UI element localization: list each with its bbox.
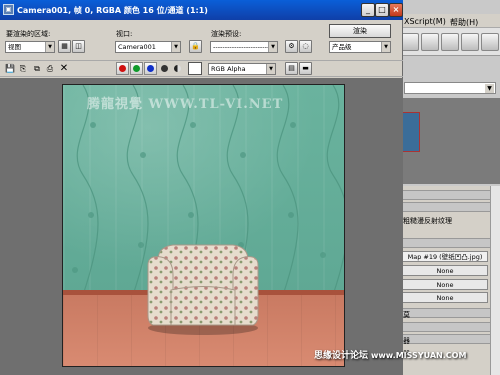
chevron-down-icon: ▼: [381, 42, 390, 52]
edit-region-icon[interactable]: ▦: [58, 40, 71, 53]
rollout-bar[interactable]: [398, 190, 495, 200]
lock-icon[interactable]: 🔒: [189, 40, 202, 53]
environment-icon[interactable]: ◌: [299, 40, 312, 53]
quality-select[interactable]: 产品级 ▼: [329, 41, 391, 53]
minimize-button[interactable]: _: [361, 3, 375, 17]
teapot-render-icon[interactable]: [401, 33, 419, 51]
chevron-down-icon: ▼: [171, 42, 180, 52]
color-swatch[interactable]: [188, 62, 202, 75]
close-button[interactable]: ×: [389, 3, 403, 17]
material-sample-slot[interactable]: [402, 112, 420, 152]
armchair: [147, 244, 259, 335]
copy-image-icon[interactable]: ⎘: [17, 63, 29, 75]
green-channel-icon: [133, 65, 140, 72]
channel-display-value: RGB Alpha: [211, 65, 246, 73]
blue-channel-icon: [147, 65, 154, 72]
render-controls: 要渲染的区域: 视图 ▼ ▦ ◫ 视口: Camera001 ▼ 🔒 渲染预设:…: [0, 20, 403, 56]
preset-label: 渲染预设:: [211, 30, 242, 38]
chevron-down-icon: ▼: [268, 42, 277, 52]
active-shade-icon[interactable]: [481, 33, 499, 51]
rollout-bar[interactable]: [398, 202, 495, 212]
menu-help[interactable]: 帮助(H): [450, 17, 478, 28]
render-button[interactable]: 渲染: [329, 24, 391, 38]
diffuse-roughness-label: 粗糙漫反射纹理: [403, 217, 452, 225]
rollout-bar[interactable]: [398, 238, 495, 248]
window-title: Camera001, 帧 0, RGBA 颜色 16 位/通道 (1:1): [17, 6, 208, 15]
map-slot-button[interactable]: Map #19 (壁纸凹凸.jpg): [402, 251, 488, 262]
preset-select[interactable]: ------------------------ ▼: [210, 41, 278, 53]
map-none-button[interactable]: None: [402, 279, 488, 290]
rendered-frame-icon[interactable]: [441, 33, 459, 51]
bg-dropdown[interactable]: ▼: [404, 82, 496, 94]
clear-icon[interactable]: ✕: [58, 63, 70, 75]
area-select[interactable]: 视图 ▼: [5, 41, 55, 53]
auto-region-icon[interactable]: ◫: [72, 40, 85, 53]
viewport-label: 视口:: [116, 30, 133, 38]
render-setup-icon[interactable]: ⚙: [285, 40, 298, 53]
clone-frame-icon[interactable]: ⧉: [31, 63, 43, 75]
quality-select-value: 产品级: [332, 43, 352, 51]
viewport-select[interactable]: Camera001 ▼: [115, 41, 181, 53]
rollout-bar[interactable]: [398, 322, 495, 332]
preset-select-value: ------------------------: [213, 43, 270, 51]
rendered-frame-window: ▣ Camera001, 帧 0, RGBA 颜色 16 位/通道 (1:1) …: [0, 0, 466, 375]
area-select-value: 视图: [8, 43, 21, 51]
toggle-ui-icon[interactable]: ▬: [299, 62, 312, 75]
alpha-channel-icon[interactable]: [161, 65, 168, 72]
chevron-down-icon: ▼: [485, 84, 494, 93]
app-icon: ▣: [3, 4, 14, 15]
toggle-ui-overlay-icon[interactable]: ▤: [285, 62, 298, 75]
site-credit: 思缘设计论坛 www.MISSYUAN.COM: [314, 348, 500, 370]
render-setup-icon[interactable]: [421, 33, 439, 51]
viewport-select-value: Camera001: [118, 43, 156, 51]
credit-cn: 思缘设计论坛: [314, 351, 369, 361]
mono-channel-icon[interactable]: [174, 65, 181, 72]
panel-scrollbar[interactable]: [490, 186, 500, 375]
save-image-icon[interactable]: 💾: [4, 63, 16, 75]
rollout-bar[interactable]: [398, 334, 495, 344]
quick-render-icon[interactable]: [461, 33, 479, 51]
rendered-image: 腾龍視覺 WWW.TL-VI.NET: [62, 84, 345, 367]
menu-maxscript[interactable]: XScript(M): [404, 17, 446, 26]
rollout-label: 器: [403, 337, 410, 345]
map-none-button[interactable]: None: [402, 265, 488, 276]
print-image-icon[interactable]: ⎙: [44, 63, 56, 75]
maximize-button[interactable]: □: [375, 3, 389, 17]
area-label: 要渲染的区域:: [6, 30, 51, 38]
rollout-bar[interactable]: [398, 308, 495, 318]
rollout-label: 莫: [403, 311, 410, 319]
channel-display-select[interactable]: RGB Alpha ▼: [208, 63, 276, 75]
red-channel-icon: [119, 65, 126, 72]
chevron-down-icon: ▼: [266, 64, 275, 74]
channel-toolbar: 💾 ⎘ ⧉ ⎙ ✕ RGB Alpha ▼ ▤ ▬: [0, 60, 403, 77]
credit-en: www.MISSYUAN.COM: [371, 351, 467, 360]
title-bar[interactable]: ▣ Camera001, 帧 0, RGBA 颜色 16 位/通道 (1:1) …: [0, 0, 403, 20]
chevron-down-icon: ▼: [45, 42, 54, 52]
map-none-button[interactable]: None: [402, 292, 488, 303]
